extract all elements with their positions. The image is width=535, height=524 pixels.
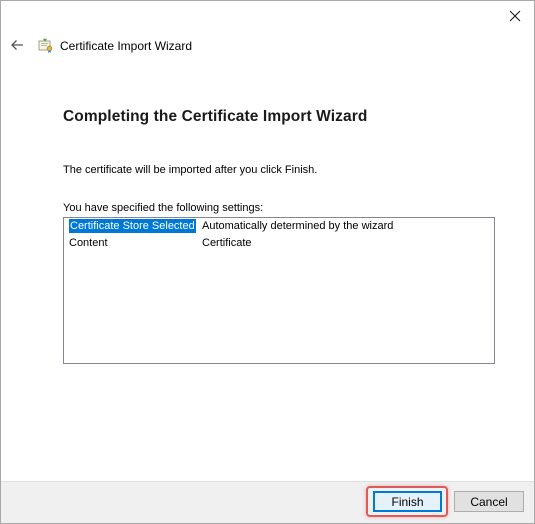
window-title: Certificate Import Wizard xyxy=(60,39,193,53)
settings-label: You have specified the following setting… xyxy=(63,202,264,214)
settings-row[interactable]: Certificate Store Selected Automatically… xyxy=(64,218,494,235)
back-arrow-icon xyxy=(11,40,23,50)
cancel-button[interactable]: Cancel xyxy=(454,491,524,512)
settings-key-cell: Certificate Store Selected xyxy=(64,218,198,235)
settings-key: Content xyxy=(69,237,108,249)
info-text: The certificate will be imported after y… xyxy=(63,164,318,176)
settings-list[interactable]: Certificate Store Selected Automatically… xyxy=(63,217,495,364)
settings-value: Automatically determined by the wizard xyxy=(202,220,394,232)
close-icon xyxy=(509,10,521,22)
close-button[interactable] xyxy=(498,3,532,29)
settings-row[interactable]: Content Certificate xyxy=(64,235,494,252)
back-button[interactable] xyxy=(7,34,27,56)
wizard-window: Certificate Import Wizard Completing the… xyxy=(0,0,535,524)
page-heading: Completing the Certificate Import Wizard xyxy=(63,108,368,125)
certificate-icon xyxy=(38,38,53,53)
settings-value: Certificate xyxy=(202,237,252,249)
settings-key: Certificate Store Selected xyxy=(69,219,196,233)
finish-button[interactable]: Finish xyxy=(373,491,442,512)
settings-key-cell: Content xyxy=(64,235,198,252)
